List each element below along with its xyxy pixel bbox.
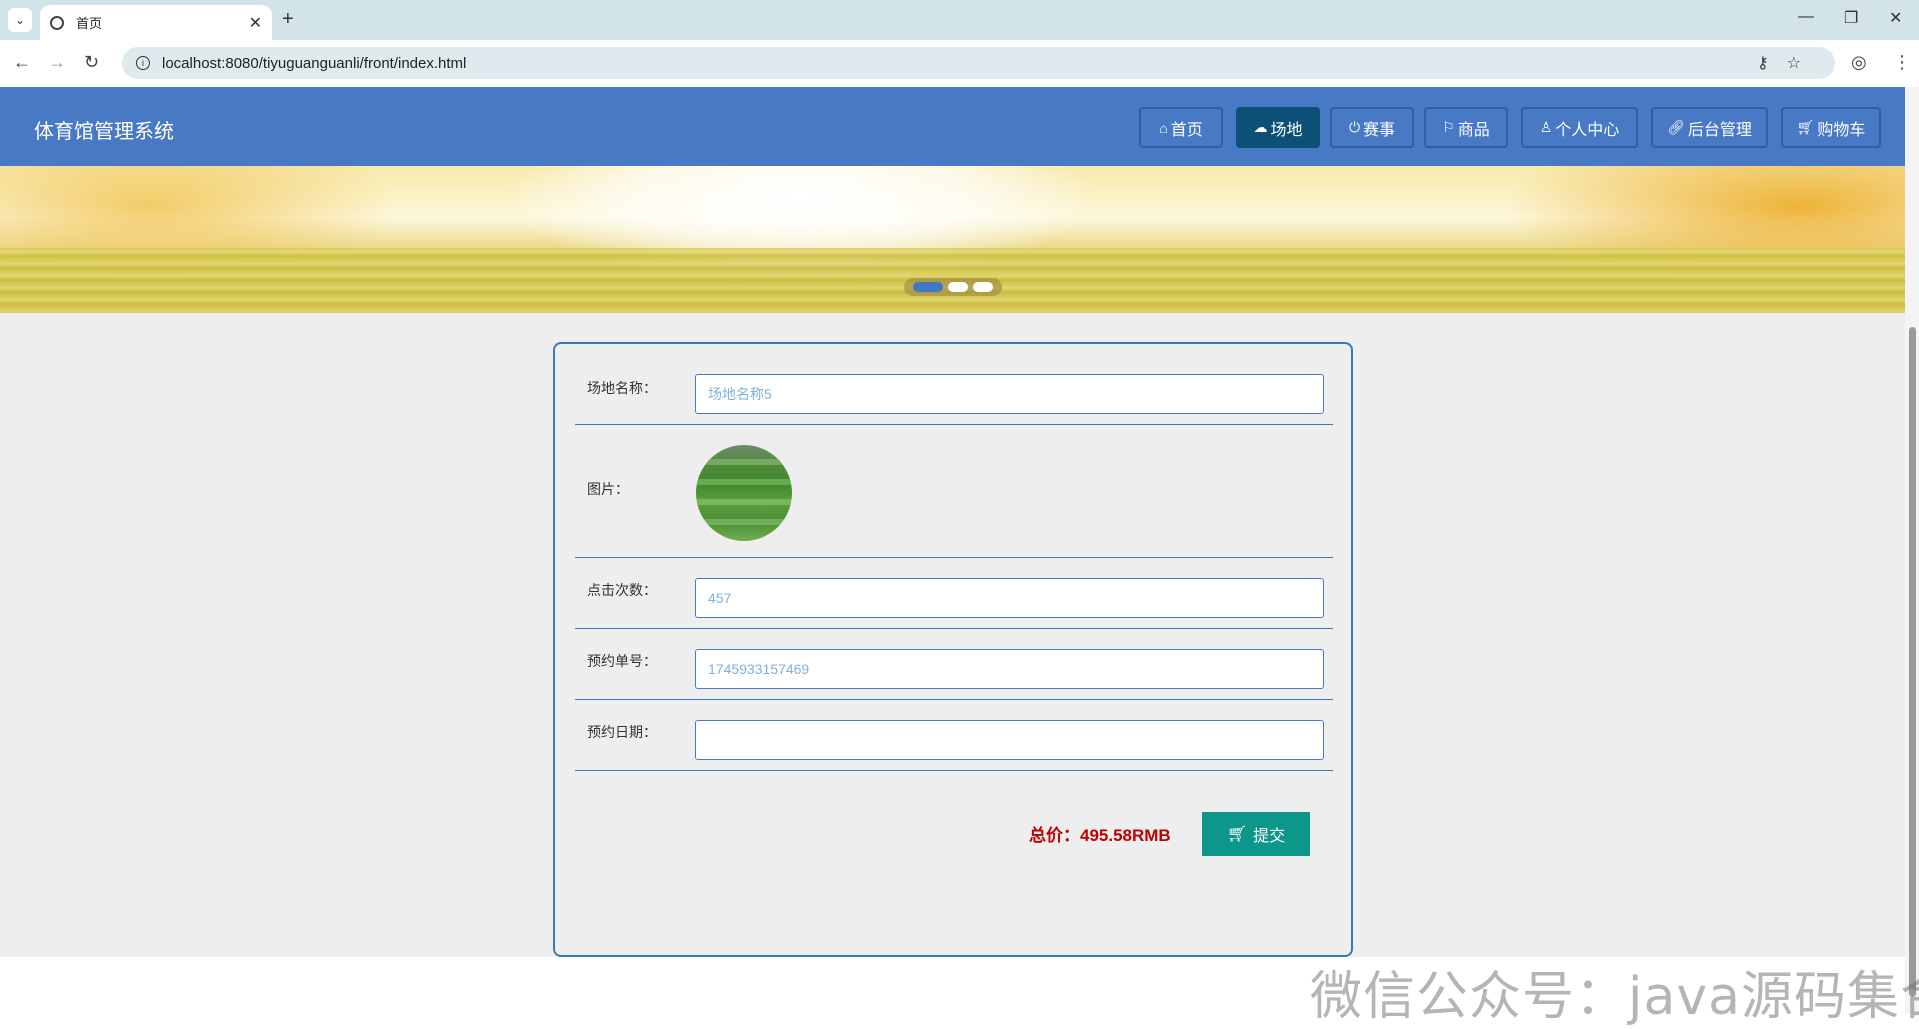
total-price: 总价：495.58RMB [1029, 826, 1171, 845]
carousel-dot-2[interactable] [948, 282, 968, 292]
tab-title: 首页 [76, 16, 103, 31]
restore-icon[interactable]: ❐ [1844, 8, 1858, 28]
nav-profile-label: 个人中心 [1555, 121, 1620, 139]
image-row: 图片： [575, 425, 1333, 558]
forward-icon[interactable]: → [48, 52, 66, 73]
nav-venue[interactable]: ☁ 场地 [1236, 107, 1320, 148]
banner-carousel [0, 166, 1905, 313]
booking-date-label: 预约日期： [587, 724, 657, 740]
clicks-row: 点击次数： 457 [575, 558, 1333, 629]
key-icon[interactable]: ⚷ [1757, 55, 1787, 72]
nav-events[interactable]: ⏻ 赛事 [1330, 107, 1414, 148]
cart-icon: 🛒︎ [1226, 826, 1248, 843]
booking-number-field[interactable]: 1745933157469 [695, 649, 1324, 689]
menu-kebab-icon[interactable]: ⋮ [1893, 52, 1911, 73]
venue-image [696, 445, 792, 541]
nav-events-label: 赛事 [1363, 121, 1396, 139]
nav-goods-label: 商品 [1457, 121, 1490, 139]
page-scrollbar[interactable] [1905, 87, 1919, 1014]
new-tab-icon[interactable]: + [282, 8, 294, 31]
scrollbar-thumb[interactable] [1909, 327, 1916, 997]
submit-button[interactable]: 🛒︎ 提交 [1202, 812, 1310, 856]
cart-icon: 🛒︎ [1796, 119, 1815, 135]
tab-close-icon[interactable]: ✕ [249, 13, 262, 33]
clicks-label: 点击次数： [587, 582, 657, 598]
reload-icon[interactable]: ↻ [84, 52, 99, 73]
venue-name-row: 场地名称： 场地名称5 [575, 344, 1333, 425]
site-info-icon[interactable]: i [136, 56, 150, 70]
carousel-indicators [904, 278, 1002, 296]
nav-home[interactable]: ⌂ 首页 [1139, 107, 1223, 148]
watermark-text: 微信公众号：java源码集合 [1310, 967, 1919, 1027]
nav-profile[interactable]: ♙ 个人中心 [1521, 107, 1638, 148]
url-text: localhost:8080/tiyuguanguanli/front/inde… [162, 54, 467, 72]
carousel-dot-1[interactable] [913, 282, 943, 292]
booking-form-card: 场地名称： 场地名称5 图片： 点击次数： 457 预约单号： 17459331… [553, 342, 1353, 957]
nav-cart-label: 购物车 [1817, 121, 1866, 139]
tab-list-chevron-icon[interactable]: ⌄ [8, 8, 32, 32]
minimize-icon[interactable]: — [1798, 8, 1814, 26]
carousel-dot-3[interactable] [973, 282, 993, 292]
booking-date-row: 预约日期： [575, 700, 1333, 771]
clicks-field[interactable]: 457 [695, 578, 1324, 618]
booking-number-row: 预约单号： 1745933157469 [575, 629, 1333, 700]
nav-admin[interactable]: 🔗︎ 后台管理 [1651, 107, 1768, 148]
venue-name-field[interactable]: 场地名称5 [695, 374, 1324, 414]
nav-admin-label: 后台管理 [1687, 121, 1752, 139]
site-title: 体育馆管理系统 [34, 121, 174, 143]
address-bar[interactable]: i localhost:8080/tiyuguanguanli/front/in… [122, 47, 1835, 79]
browser-tab[interactable]: 首页 ✕ [40, 5, 272, 40]
flag-icon: ⚐ [1442, 119, 1455, 135]
user-icon: ♙ [1539, 119, 1553, 135]
booking-number-label: 预约单号： [587, 653, 657, 669]
site-header: 体育馆管理系统 ⌂ 首页 ☁ 场地 ⏻ 赛事 ⚐ 商品 ♙ 个人中心 🔗︎ 后台… [0, 87, 1905, 166]
browser-tabbar: ⌄ 首页 ✕ + — ❐ ✕ [0, 0, 1919, 40]
link-icon: 🔗︎ [1667, 119, 1685, 135]
power-icon: ⏻ [1348, 119, 1361, 135]
globe-icon [50, 15, 64, 30]
profile-icon[interactable]: ◎ [1851, 52, 1867, 73]
nav-goods[interactable]: ⚐ 商品 [1424, 107, 1508, 148]
venue-name-label: 场地名称： [587, 380, 657, 396]
bookmark-star-icon[interactable]: ☆ [1787, 55, 1819, 72]
back-icon[interactable]: ← [13, 52, 31, 73]
nav-home-label: 首页 [1170, 121, 1203, 139]
submit-label: 提交 [1253, 828, 1286, 845]
image-label: 图片： [587, 481, 629, 497]
close-window-icon[interactable]: ✕ [1889, 8, 1902, 28]
nav-cart[interactable]: 🛒︎ 购物车 [1781, 107, 1881, 148]
cloud-icon: ☁ [1253, 119, 1268, 135]
home-icon: ⌂ [1159, 119, 1168, 136]
booking-date-field[interactable] [695, 720, 1324, 760]
nav-venue-label: 场地 [1270, 121, 1303, 139]
